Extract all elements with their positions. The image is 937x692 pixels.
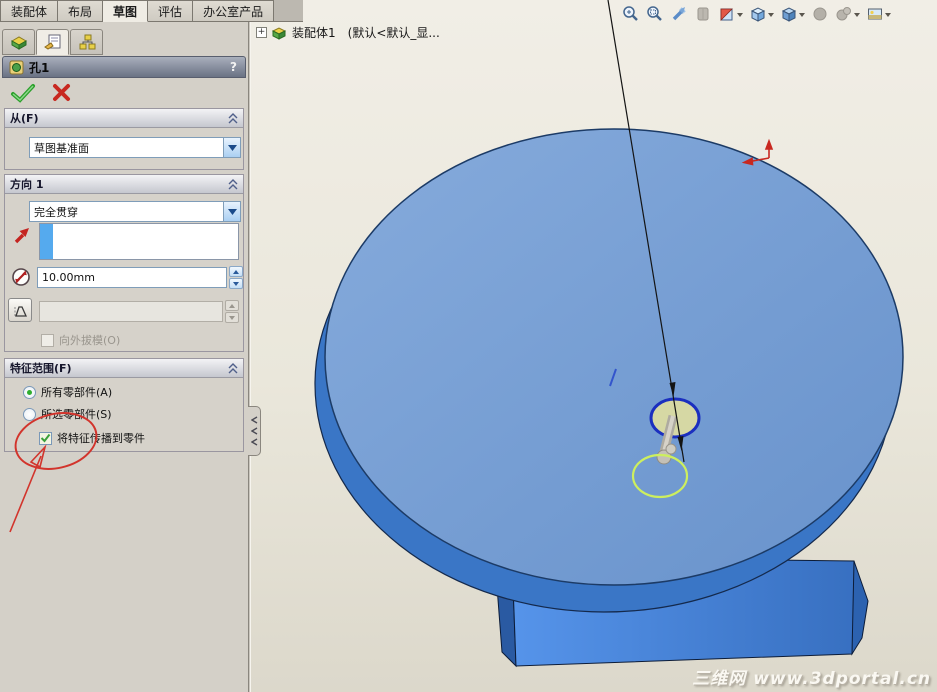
tree-root-label[interactable]: 装配体1 (默认<默认_显... (292, 24, 440, 41)
hole-diameter-input[interactable] (37, 267, 227, 288)
feature-manager-icon (10, 36, 27, 50)
all-components-radio[interactable] (23, 385, 36, 399)
previous-view-icon[interactable] (670, 5, 688, 23)
assembly-icon (271, 27, 287, 40)
feature-scope-group: 特征范围(F) 所有零部件(A) 所选零部件(S) 将特征传播到零件 (4, 358, 244, 452)
view-orientation-icon[interactable] (749, 5, 774, 23)
splitter-arrow-icon (250, 438, 257, 446)
hide-show-items-icon (811, 5, 829, 23)
zoom-to-area-icon[interactable] (646, 5, 664, 23)
tab-office-products[interactable]: 办公室产品 (193, 0, 275, 22)
edit-appearance-icon (835, 5, 860, 23)
selected-components-option[interactable]: 所选零部件(S) (23, 406, 112, 422)
collapse-chevron-icon[interactable] (228, 178, 238, 190)
configuration-manager-tab[interactable] (70, 29, 103, 55)
scene (314, 128, 904, 668)
direction1-group-header[interactable]: 方向 1 (5, 175, 243, 194)
start-condition-dropdown[interactable]: 草图基准面 (29, 137, 241, 158)
configuration-manager-icon (79, 34, 95, 50)
splitter-arrow-icon (250, 427, 257, 435)
property-manager-panel: 孔1 ? 从(F) 草图基准面 方向 1 完全贯穿 10.00mm 向外拔模(O… (0, 22, 248, 692)
panel-divider (248, 22, 251, 692)
panel-splitter-handle[interactable] (248, 406, 261, 456)
command-manager-tabs: 装配体 布局 草图 评估 办公室产品 (0, 0, 303, 22)
selection-highlight-stripe (40, 224, 53, 259)
draft-angle-input (39, 301, 223, 322)
all-components-label: 所有零部件(A) (41, 386, 113, 399)
draft-angle-spinner (225, 300, 239, 323)
hole-diameter-icon (9, 265, 33, 289)
tab-assembly[interactable]: 装配体 (0, 0, 59, 22)
dropdown-arrow-icon[interactable] (223, 202, 240, 221)
draft-outward-option: 向外拔模(O) (41, 332, 120, 348)
base-block-right-face[interactable] (851, 560, 869, 656)
tree-expander[interactable]: + (256, 27, 267, 38)
disc-top-face[interactable] (324, 128, 904, 586)
graphics-viewport[interactable]: + 装配体1 (默认<默认_显... 三维网 www.3dportal.cn (250, 0, 937, 692)
tab-sketch[interactable]: 草图 (103, 0, 149, 22)
dropdown-arrow-icon[interactable] (223, 138, 240, 157)
solidworks-window: + 装配体1 (默认<默认_显... 三维网 www.3dportal.cn 装… (0, 0, 937, 692)
all-components-option[interactable]: 所有零部件(A) (23, 384, 112, 400)
feature-title: 孔1 (29, 60, 50, 75)
property-manager-tab[interactable] (36, 29, 69, 55)
flyout-feature-tree: + 装配体1 (默认<默认_显... (256, 24, 440, 41)
end-condition-dropdown[interactable]: 完全贯穿 (29, 201, 241, 222)
direction-selection-box[interactable] (39, 223, 239, 260)
selected-components-radio[interactable] (23, 407, 36, 421)
section-view-icon[interactable] (718, 5, 743, 23)
panel-tabs (2, 29, 104, 55)
cancel-button[interactable] (52, 83, 72, 103)
display-style-caret[interactable] (799, 13, 805, 17)
ok-button[interactable] (10, 82, 36, 104)
from-group: 从(F) 草图基准面 (4, 108, 244, 170)
collapse-chevron-icon[interactable] (228, 362, 238, 374)
reverse-direction-icon[interactable] (9, 224, 33, 248)
direction1-group: 方向 1 完全贯穿 10.00mm 向外拔模(O) (4, 174, 244, 352)
help-button[interactable]: ? (230, 60, 239, 74)
draft-button[interactable] (8, 298, 32, 322)
from-group-header[interactable]: 从(F) (5, 109, 243, 128)
section-view-caret[interactable] (737, 13, 743, 17)
diameter-spinner[interactable] (229, 266, 243, 289)
propagate-feature-option[interactable]: 将特征传播到零件 (39, 430, 145, 446)
draft-outward-checkbox (41, 333, 54, 347)
feature-scope-group-header[interactable]: 特征范围(F) (5, 359, 243, 378)
tab-layout[interactable]: 布局 (58, 0, 104, 22)
view-heads-up-toolbar (622, 5, 891, 23)
view-orientation-caret[interactable] (768, 13, 774, 17)
splitter-arrow-icon (250, 416, 257, 424)
feature-title-bar: 孔1 ? (2, 56, 246, 78)
zoom-to-fit-icon[interactable] (622, 5, 640, 23)
feature-manager-tab[interactable] (2, 29, 35, 55)
watermark: 三维网 www.3dportal.cn (692, 669, 931, 689)
property-manager-icon (43, 34, 60, 50)
selected-components-label: 所选零部件(S) (41, 408, 112, 421)
tab-evaluate[interactable]: 评估 (148, 0, 194, 22)
hole-preview-knob-small (665, 443, 677, 455)
apply-scene-icon[interactable] (866, 5, 891, 23)
confirm-row (10, 82, 72, 104)
hole-feature-icon (9, 60, 24, 75)
propagate-feature-checkbox[interactable] (39, 431, 52, 445)
display-style-icon[interactable] (780, 5, 805, 23)
collapse-chevron-icon[interactable] (228, 112, 238, 124)
pan-icon (694, 5, 712, 23)
edit-appearance-caret[interactable] (854, 13, 860, 17)
draft-outward-label: 向外拔模(O) (59, 334, 121, 347)
apply-scene-caret[interactable] (885, 13, 891, 17)
propagate-feature-label: 将特征传播到零件 (57, 432, 145, 445)
